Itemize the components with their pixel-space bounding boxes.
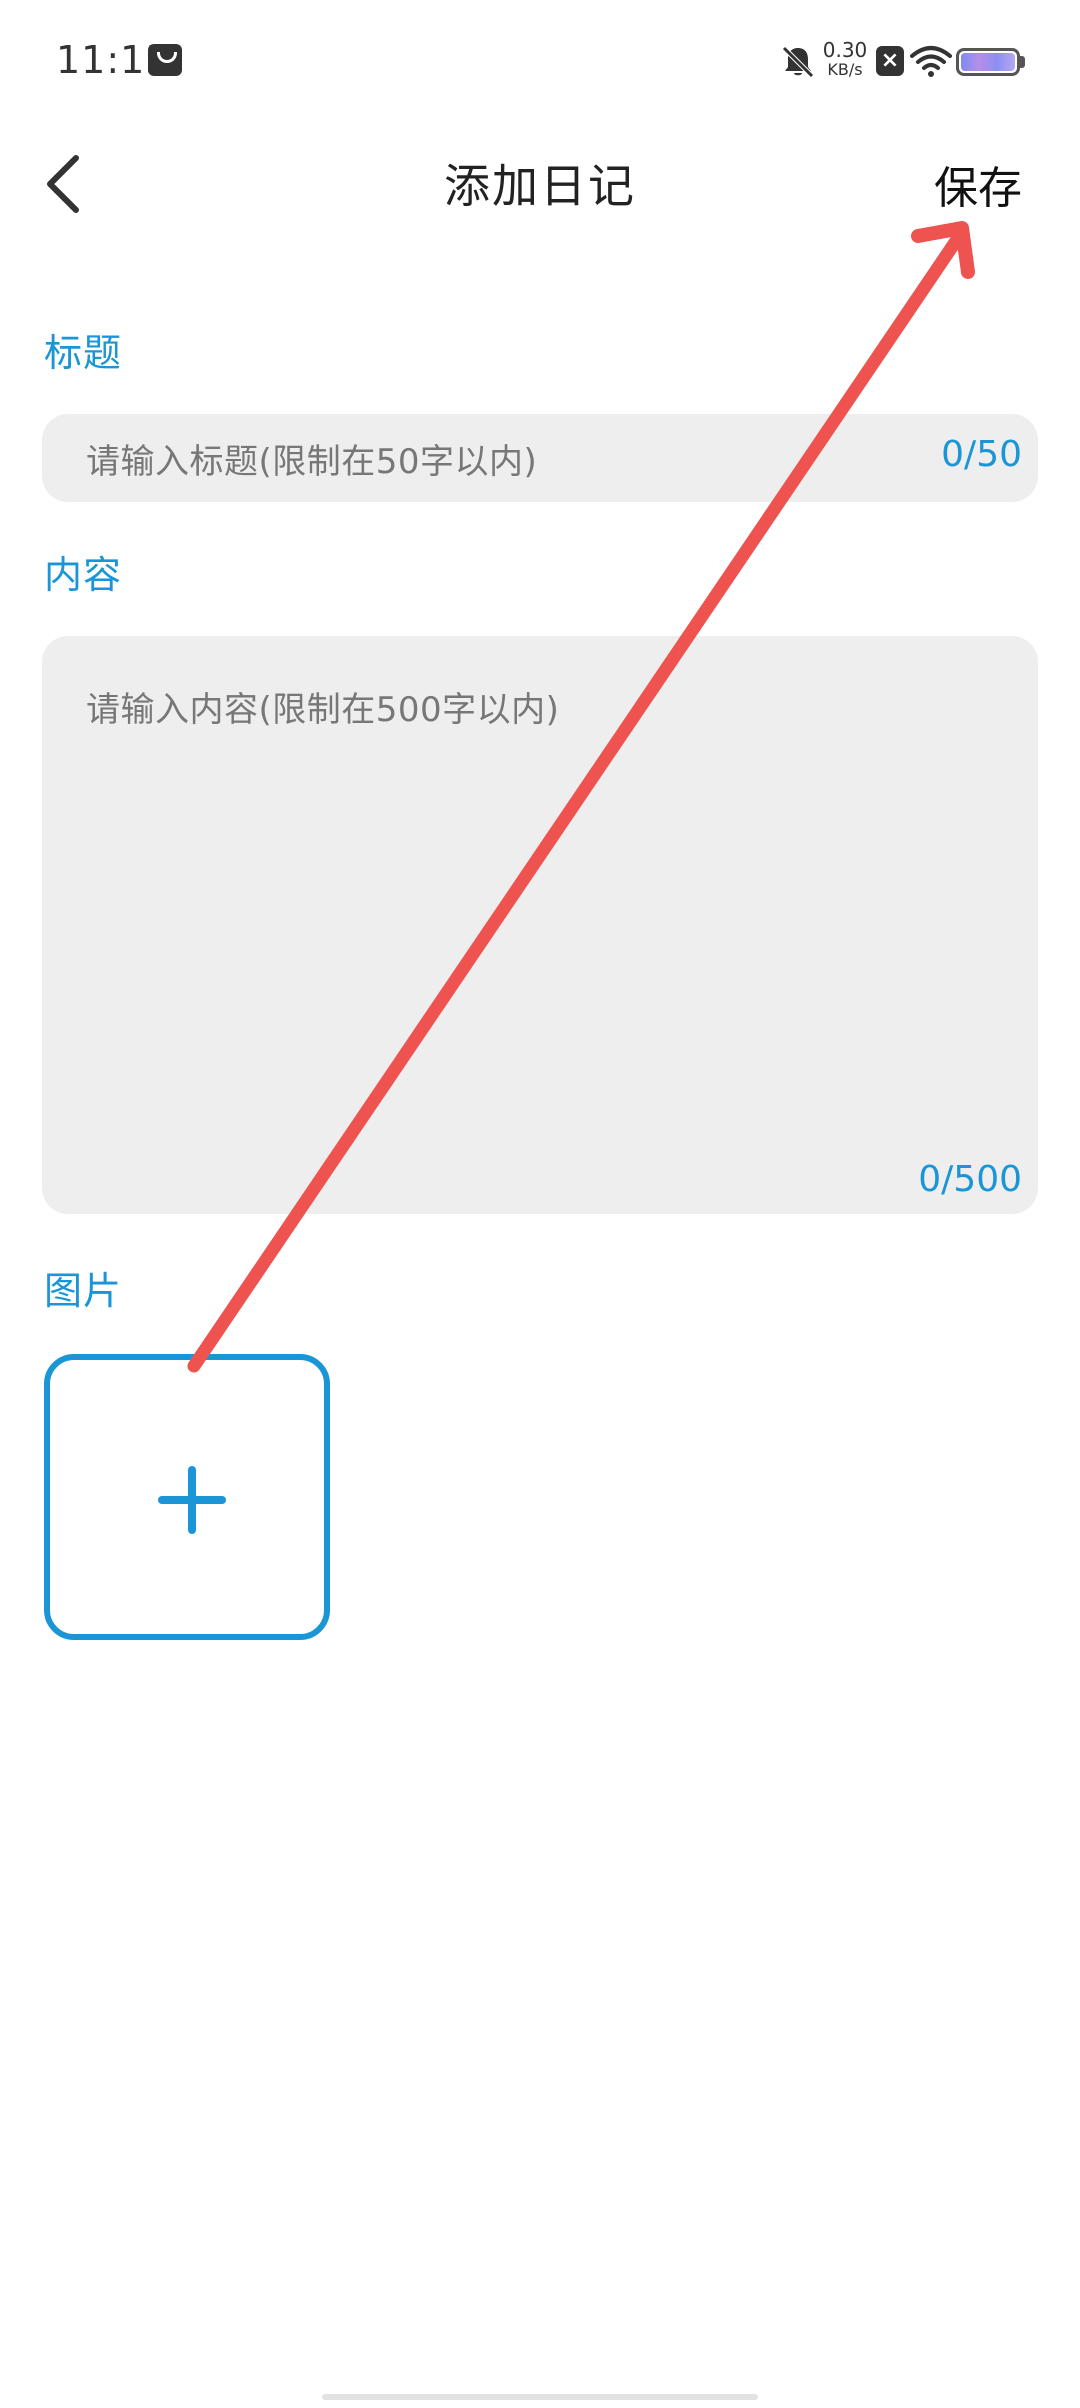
content-textarea-placeholder: 请输入内容(限制在500字以内) <box>86 690 560 730</box>
content-section-label: 内容 <box>44 553 123 597</box>
content-textarea[interactable]: 请输入内容(限制在500字以内) 0/500 <box>42 636 1038 1214</box>
battery-icon <box>956 48 1020 76</box>
network-speed-value: 0.30 <box>822 38 868 62</box>
network-speed-unit: KB/s <box>827 60 863 79</box>
bell-muted-icon <box>782 46 814 78</box>
battery-level <box>961 53 1015 71</box>
content-char-counter: 0/500 <box>918 1159 1022 1200</box>
wifi-icon <box>910 46 952 77</box>
image-section-label: 图片 <box>44 1269 123 1313</box>
save-button[interactable]: 保存 <box>934 152 1022 216</box>
home-indicator[interactable] <box>322 2394 758 2400</box>
page-title: 添加日记 <box>444 159 636 213</box>
add-image-button[interactable] <box>44 1354 330 1640</box>
plus-icon-vertical <box>188 1466 196 1534</box>
network-speed: 0.30 KB/s <box>822 40 868 80</box>
app-bar: 添加日记 保存 <box>0 130 1080 240</box>
battery-tip <box>1020 56 1025 68</box>
title-input-placeholder: 请输入标题(限制在50字以内) <box>86 442 538 482</box>
title-section-label: 标题 <box>44 331 123 375</box>
title-char-counter: 0/50 <box>941 434 1022 475</box>
status-bar: 11:15 0.30 KB/s × <box>0 0 1080 130</box>
title-input[interactable]: 请输入标题(限制在50字以内) 0/50 <box>42 414 1038 502</box>
close-box-icon: × <box>876 46 904 76</box>
shopping-bag-icon <box>148 44 182 76</box>
